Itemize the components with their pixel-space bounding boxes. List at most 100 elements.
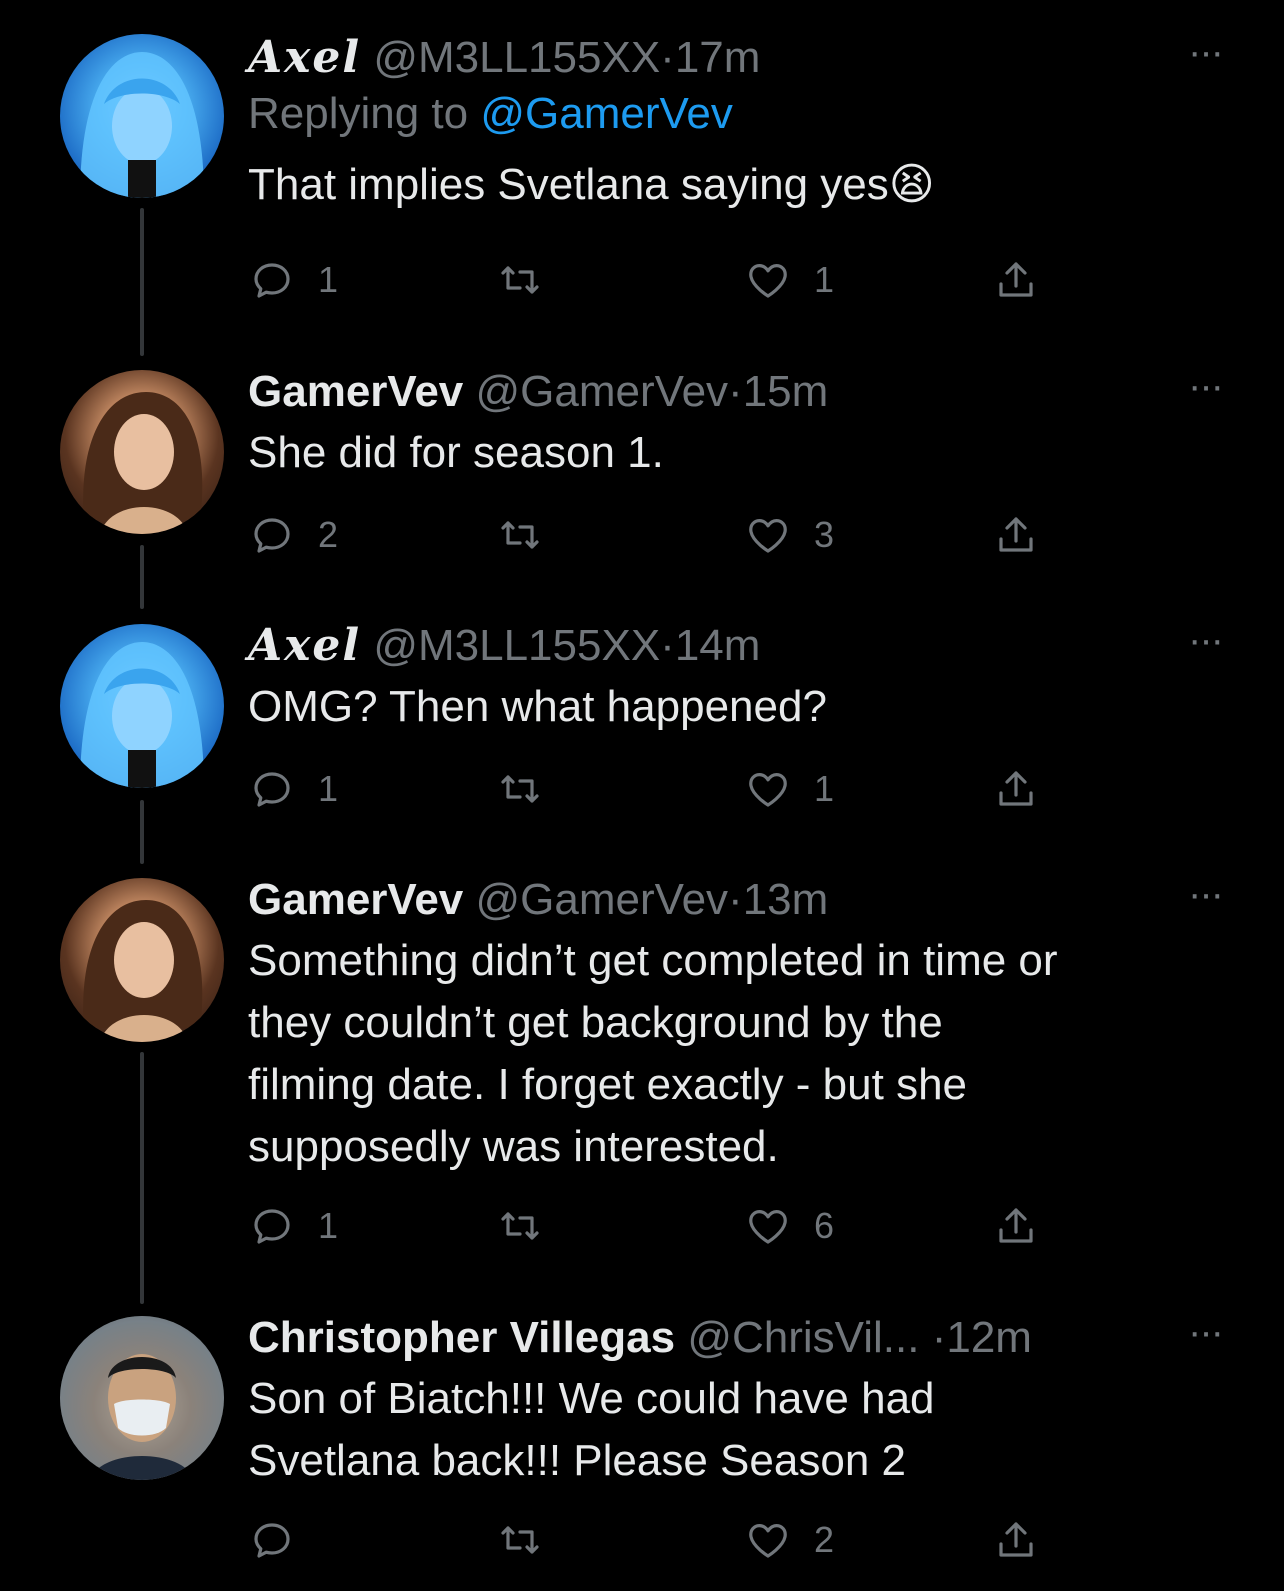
thread-connector-line bbox=[140, 1052, 144, 1304]
tweet-text: That implies Svetlana saying yes😫 bbox=[248, 160, 935, 209]
tweet-text: OMG? Then what happened? bbox=[248, 682, 827, 731]
avatar[interactable] bbox=[60, 1316, 224, 1480]
tweet-text: Son of Biatch!!! We could have had Svetl… bbox=[248, 1368, 1204, 1492]
thread-connector-line bbox=[140, 800, 144, 864]
tweet-text-line: supposedly was interested. bbox=[248, 1122, 779, 1171]
author-name[interactable]: GamerVev bbox=[248, 875, 463, 924]
author-name[interactable]: Christopher Villegas bbox=[248, 1313, 675, 1362]
like-count: 3 bbox=[814, 514, 835, 555]
tweet-actions: 2 3 bbox=[248, 505, 1048, 565]
separator-dot: · bbox=[660, 621, 675, 670]
retweet-button[interactable] bbox=[496, 505, 566, 565]
reply-count: 1 bbox=[318, 1205, 339, 1246]
avatar[interactable] bbox=[60, 370, 224, 534]
blue-hair-avatar-icon bbox=[80, 52, 204, 198]
avatar[interactable] bbox=[60, 34, 224, 198]
thread-connector-line bbox=[140, 545, 144, 609]
author-name[interactable]: Axel bbox=[248, 32, 361, 83]
retweet-button[interactable] bbox=[496, 1510, 566, 1570]
masked-man-avatar-icon bbox=[60, 1316, 224, 1480]
author-handle[interactable]: @ChrisVil... bbox=[687, 1313, 919, 1362]
brunette-avatar-icon bbox=[83, 900, 203, 1042]
heart-icon bbox=[749, 264, 787, 298]
reply-button[interactable]: 1 bbox=[248, 1196, 338, 1256]
thread-connector-line bbox=[140, 208, 144, 356]
reply-button[interactable]: 1 bbox=[248, 250, 338, 310]
tweet-actions: 1 1 bbox=[248, 759, 1048, 819]
like-button[interactable]: 6 bbox=[744, 1196, 834, 1256]
like-count: 1 bbox=[814, 768, 835, 809]
reply-icon bbox=[254, 263, 290, 298]
tweet-actions: 1 6 bbox=[248, 1196, 1048, 1256]
like-count: 6 bbox=[814, 1205, 835, 1246]
retweet-icon bbox=[501, 1526, 539, 1554]
author-handle[interactable]: @GamerVev bbox=[476, 367, 729, 416]
more-options-icon[interactable]: ··· bbox=[1188, 30, 1224, 75]
avatar[interactable] bbox=[60, 878, 224, 1042]
tweet-actions: 1 1 bbox=[248, 250, 1048, 310]
share-button[interactable] bbox=[992, 1196, 1040, 1256]
timestamp[interactable]: 13m bbox=[743, 875, 829, 924]
more-options-icon[interactable]: ··· bbox=[1188, 618, 1224, 663]
reply-count: 1 bbox=[318, 768, 339, 809]
reply-icon bbox=[254, 518, 290, 553]
like-button[interactable]: 3 bbox=[744, 505, 834, 565]
tweet-text-line: filming date. I forget exactly - but she bbox=[248, 1060, 968, 1109]
retweet-button[interactable] bbox=[496, 1196, 566, 1256]
tweet-text-line: they couldn’t get background by the bbox=[248, 998, 943, 1047]
reply-count: 1 bbox=[318, 259, 339, 300]
separator-dot: · bbox=[931, 1313, 947, 1362]
heart-icon bbox=[749, 1210, 787, 1244]
separator-dot: · bbox=[728, 875, 743, 924]
heart-icon bbox=[749, 1524, 787, 1558]
timestamp[interactable]: 17m bbox=[675, 33, 761, 82]
author-name[interactable]: GamerVev bbox=[248, 367, 463, 416]
retweet-button[interactable] bbox=[496, 250, 566, 310]
heart-icon bbox=[749, 519, 787, 553]
timestamp[interactable]: 14m bbox=[675, 621, 761, 670]
more-options-icon[interactable]: ··· bbox=[1188, 364, 1224, 409]
retweet-button[interactable] bbox=[496, 759, 566, 819]
reply-icon bbox=[254, 1523, 290, 1558]
timestamp[interactable]: 15m bbox=[743, 367, 829, 416]
tweet-text-line: Son of Biatch!!! We could have had bbox=[248, 1374, 935, 1423]
retweet-icon bbox=[501, 1212, 539, 1240]
author-handle[interactable]: @M3LL155XX bbox=[373, 621, 660, 670]
reply-button[interactable]: 1 bbox=[248, 759, 338, 819]
author-name[interactable]: Axel bbox=[248, 620, 361, 671]
author-handle[interactable]: @M3LL155XX bbox=[373, 33, 660, 82]
reply-button[interactable] bbox=[248, 1510, 318, 1570]
share-button[interactable] bbox=[992, 759, 1040, 819]
separator-dot: · bbox=[660, 33, 675, 82]
like-button[interactable]: 2 bbox=[744, 1510, 834, 1570]
more-options-icon[interactable]: ··· bbox=[1188, 1310, 1224, 1355]
tweet-actions: 2 bbox=[248, 1510, 1048, 1570]
more-options-icon[interactable]: ··· bbox=[1188, 872, 1224, 917]
retweet-icon bbox=[501, 775, 539, 803]
author-handle[interactable]: @GamerVev bbox=[476, 875, 729, 924]
share-icon bbox=[999, 517, 1033, 552]
replying-to: Replying to @GamerVev bbox=[248, 86, 1204, 142]
reply-button[interactable]: 2 bbox=[248, 505, 338, 565]
like-count: 2 bbox=[814, 1519, 835, 1560]
replying-to-link[interactable]: @GamerVev bbox=[480, 89, 733, 138]
reply-icon bbox=[254, 772, 290, 807]
retweet-icon bbox=[501, 266, 539, 294]
share-icon bbox=[999, 771, 1033, 806]
share-icon bbox=[999, 1522, 1033, 1557]
share-button[interactable] bbox=[992, 1510, 1040, 1570]
tweet-text-line: Something didn’t get completed in time o… bbox=[248, 936, 1058, 985]
like-button[interactable]: 1 bbox=[744, 250, 834, 310]
tweet-text: She did for season 1. bbox=[248, 428, 664, 477]
share-button[interactable] bbox=[992, 505, 1040, 565]
reply-count: 2 bbox=[318, 514, 339, 555]
timestamp[interactable]: 12m bbox=[946, 1313, 1032, 1362]
separator-dot: · bbox=[728, 367, 743, 416]
like-button[interactable]: 1 bbox=[744, 759, 834, 819]
like-count: 1 bbox=[814, 259, 835, 300]
tweet-text: Something didn’t get completed in time o… bbox=[248, 930, 1204, 1178]
share-icon bbox=[999, 262, 1033, 297]
share-button[interactable] bbox=[992, 250, 1040, 310]
avatar[interactable] bbox=[60, 624, 224, 788]
brunette-avatar-icon bbox=[83, 392, 203, 534]
